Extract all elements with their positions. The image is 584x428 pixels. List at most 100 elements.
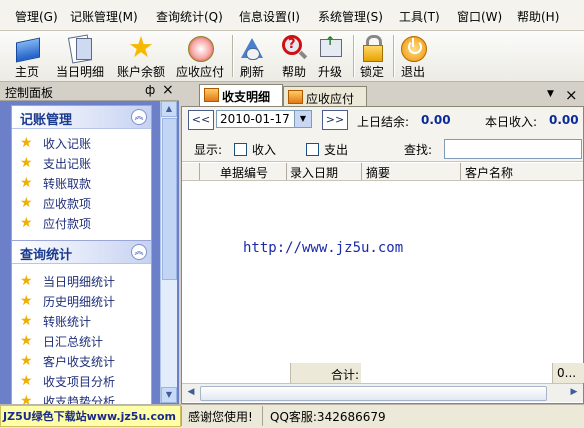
column-customer-name[interactable]: 客户名称 (465, 164, 513, 181)
show-label: 显示: (194, 143, 223, 157)
power-icon (399, 34, 427, 62)
tab-strip: 收支明细 应收应付 ▼ × (181, 84, 584, 106)
menu-window[interactable]: 窗口(W) (457, 8, 502, 25)
group-query-stats-header[interactable]: 查询统计 ︽ (12, 241, 151, 264)
nav-transfer-withdraw[interactable]: ★ 转账取款 (12, 173, 151, 193)
nav-payables[interactable]: ★ 应付款项 (12, 213, 151, 233)
toolbar: 主页 当日明细 ★ 账户余额 应收应付 刷新 ? 帮助 ↑ 升级 锁定 退出 (0, 31, 584, 82)
home-icon (13, 34, 41, 63)
collapse-icon[interactable]: ︽ (131, 244, 147, 260)
tab-content: << 2010-01-17 ▼ >> 上日结余: 0.00 本日收入: 0.00… (181, 106, 584, 404)
menu-query-stats[interactable]: 查询统计(Q) (156, 8, 223, 25)
star-icon: ★ (20, 195, 33, 211)
scroll-up-icon[interactable]: ▲ (161, 101, 177, 117)
scroll-right-icon[interactable]: ▶ (567, 385, 581, 399)
exit-button[interactable]: 退出 (397, 31, 429, 79)
next-day-button[interactable]: >> (322, 110, 348, 130)
upgrade-monitor-icon: ↑ (316, 34, 344, 62)
tab-close-icon[interactable]: × (565, 86, 578, 104)
prev-day-button[interactable]: << (188, 110, 214, 130)
chevron-down-icon[interactable]: ▼ (294, 111, 311, 127)
nav-customer-stats[interactable]: ★ 客户收支统计 (12, 351, 151, 371)
star-icon: ★ (128, 30, 154, 64)
column-separator (361, 163, 362, 180)
table-icon (288, 90, 303, 104)
account-balance-button[interactable]: ★ 账户余额 (113, 31, 169, 79)
collapse-icon[interactable]: ︽ (131, 109, 147, 125)
nav-expense-entry[interactable]: ★ 支出记账 (12, 153, 151, 173)
pin-icon[interactable]: ф (145, 83, 155, 97)
column-doc-number[interactable]: 单据编号 (220, 164, 268, 181)
tab-list-dropdown-icon[interactable]: ▼ (547, 89, 554, 99)
income-label: 本日收入: (485, 115, 538, 129)
toolbar-separator (393, 35, 395, 77)
expense-checkbox[interactable] (306, 143, 319, 156)
menu-info-settings[interactable]: 信息设置(I) (239, 8, 300, 25)
income-checkbox[interactable] (234, 143, 247, 156)
help-magnifier-icon: ? (280, 34, 308, 62)
upgrade-button[interactable]: ↑ 升级 (314, 31, 346, 79)
scroll-down-icon[interactable]: ▼ (161, 387, 177, 403)
scroll-left-icon[interactable]: ◀ (184, 385, 198, 399)
nav-history-detail-stats[interactable]: ★ 历史明细统计 (12, 291, 151, 311)
group-accounting-header[interactable]: 记账管理 ︽ (12, 106, 151, 129)
menu-system[interactable]: 系统管理(S) (318, 8, 383, 25)
date-bar: << 2010-01-17 ▼ >> 上日结余: 0.00 本日收入: 0.00 (182, 107, 583, 134)
toolbar-separator (232, 35, 234, 77)
close-icon[interactable]: × (162, 82, 174, 98)
nav-item-analysis[interactable]: ★ 收支项目分析 (12, 371, 151, 391)
receivable-payable-button[interactable]: 应收应付 (172, 31, 228, 79)
star-icon: ★ (20, 313, 33, 329)
date-picker[interactable]: 2010-01-17 ▼ (216, 110, 312, 128)
nav-income-entry[interactable]: ★ 收入记账 (12, 133, 151, 153)
search-label: 查找: (404, 143, 433, 157)
star-icon: ★ (20, 175, 33, 191)
column-separator (460, 163, 461, 180)
menu-help[interactable]: 帮助(H) (517, 8, 559, 25)
nav-receivables[interactable]: ★ 应收款项 (12, 193, 151, 213)
table-icon (204, 88, 219, 102)
column-summary[interactable]: 摘要 (366, 164, 390, 181)
lock-button[interactable]: 锁定 (356, 31, 388, 79)
filter-bar: 显示: 收入 支出 查找: (182, 133, 583, 162)
search-input[interactable] (444, 139, 582, 159)
menu-tools[interactable]: 工具(T) (399, 8, 440, 25)
star-icon: ★ (20, 293, 33, 309)
menu-bar: 管理(G) 记账管理(M) 查询统计(Q) 信息设置(I) 系统管理(S) 工具… (0, 0, 584, 31)
tab-receivable-payable[interactable]: 应收应付 (283, 86, 367, 106)
nav-transfer-stats[interactable]: ★ 转账统计 (12, 311, 151, 331)
status-bar: JZ5U绿色下载站www.jz5u.com 感谢您使用! QQ客服:342686… (0, 404, 584, 428)
scroll-thumb[interactable] (200, 386, 547, 401)
home-button[interactable]: 主页 (8, 31, 46, 79)
prev-balance-label: 上日结余: (357, 115, 410, 129)
star-icon: ★ (20, 273, 33, 289)
income-checkbox-label: 收入 (252, 143, 277, 157)
scroll-thumb[interactable] (162, 118, 177, 280)
column-entry-date[interactable]: 录入日期 (290, 164, 338, 181)
total-label: 合计: (331, 368, 360, 382)
help-button[interactable]: ? 帮助 (278, 31, 310, 79)
control-panel: 控制面板 ф × 记账管理 ︽ ★ 收入记账 ★ 支出记账 ★ 转账取款 ★ 应收款项 … (0, 82, 179, 406)
nav-daily-detail-stats[interactable]: ★ 当日明细统计 (12, 271, 151, 291)
grid-horizontal-scrollbar[interactable]: ◀ ▶ (182, 383, 583, 402)
toolbar-separator (353, 35, 355, 77)
star-icon: ★ (20, 353, 33, 369)
daily-detail-button[interactable]: 当日明细 (52, 31, 108, 79)
site-badge: JZ5U绿色下载站www.jz5u.com (3, 410, 176, 423)
column-separator (286, 163, 287, 180)
prev-balance-value: 0.00 (421, 113, 451, 127)
menu-manage[interactable]: 管理(G) (15, 8, 58, 25)
star-icon: ★ (20, 333, 33, 349)
lock-icon (358, 34, 386, 62)
watermark-url: http://www.jz5u.com (243, 240, 404, 256)
group-query-stats: 查询统计 ︽ ★ 当日明细统计 ★ 历史明细统计 ★ 转账统计 ★ 日汇总统计 ★ 客户收… (11, 240, 152, 406)
tab-income-expense-detail[interactable]: 收支明细 (199, 84, 283, 106)
refresh-button[interactable]: 刷新 (236, 31, 268, 79)
nav-daily-summary-stats[interactable]: ★ 日汇总统计 (12, 331, 151, 351)
grid-footer: 合计: 0... (182, 363, 584, 383)
column-separator (199, 163, 200, 180)
status-qq-support: QQ客服:342686679 (270, 410, 386, 424)
panel-vertical-scrollbar[interactable]: ▲ ▼ (160, 101, 177, 403)
total-amount: 0... (557, 366, 577, 380)
menu-accounting[interactable]: 记账管理(M) (70, 8, 138, 25)
